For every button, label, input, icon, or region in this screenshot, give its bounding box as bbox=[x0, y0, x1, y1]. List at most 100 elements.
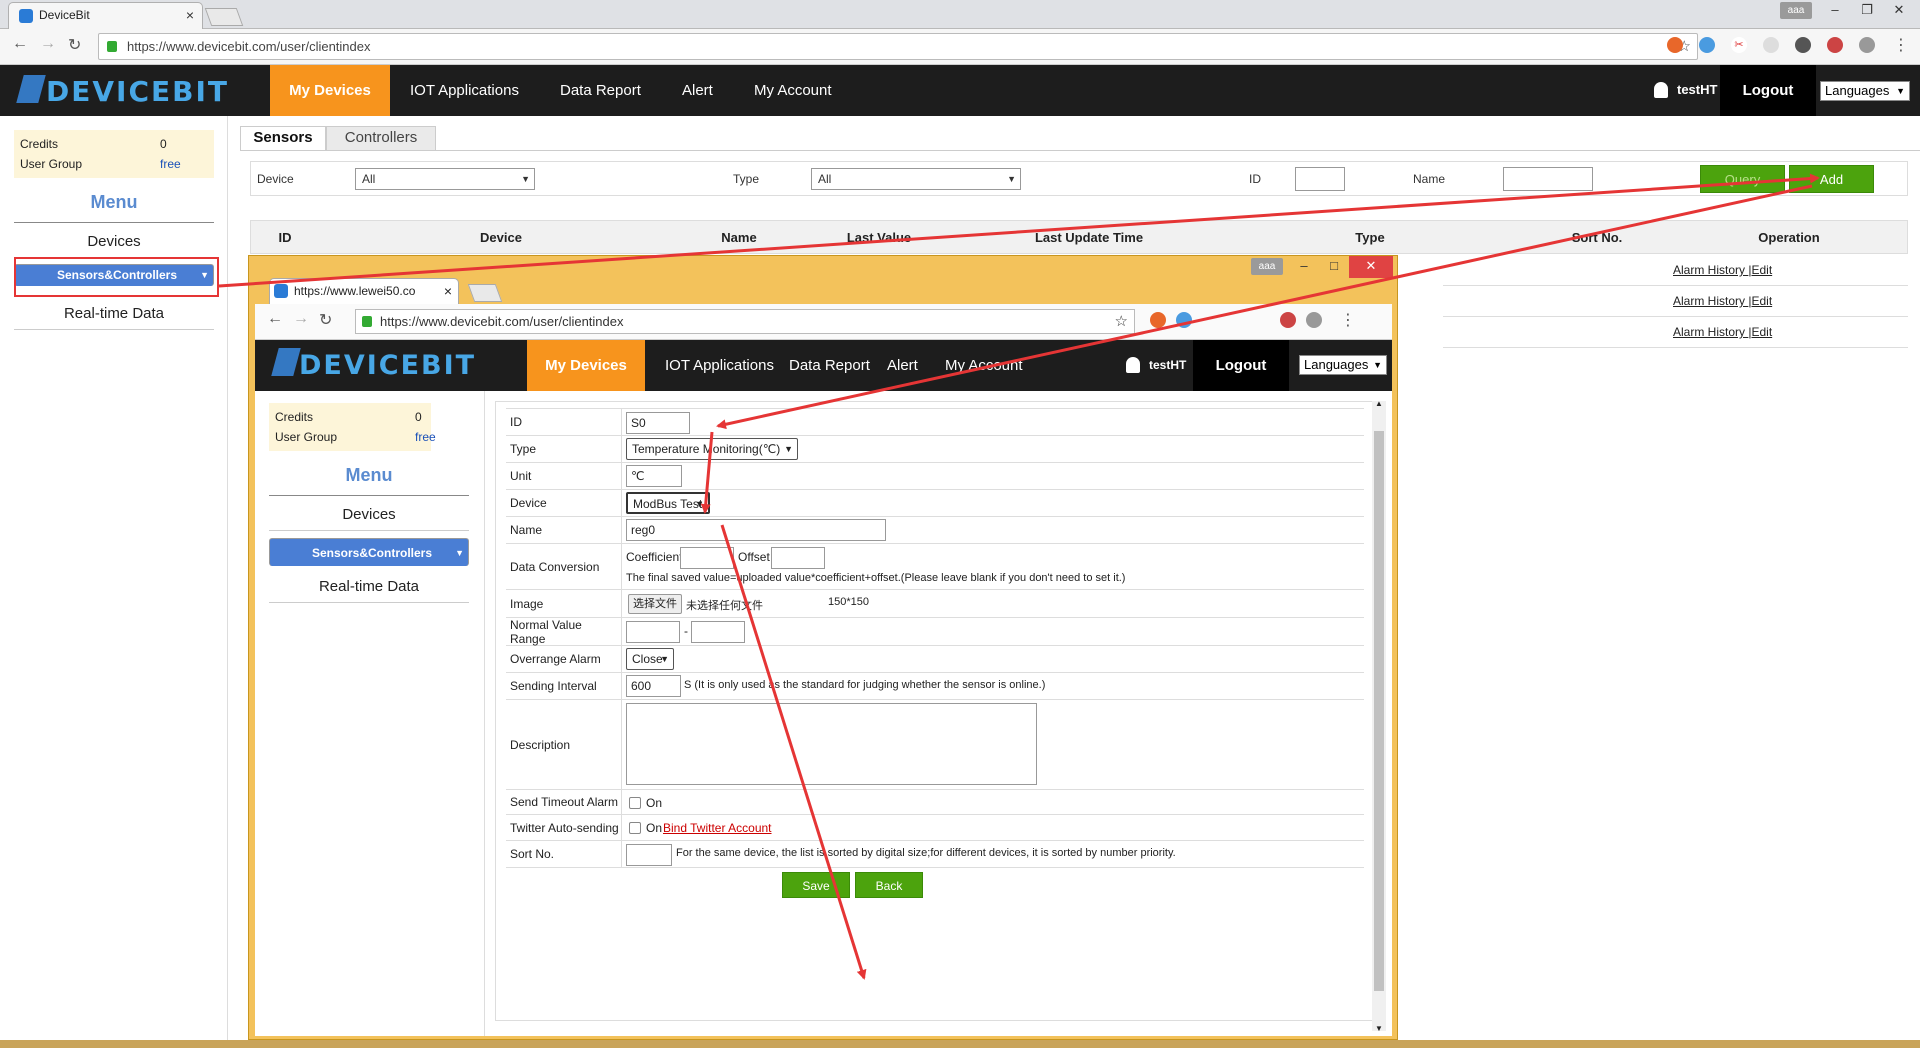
popup-profile-chip[interactable]: aaa bbox=[1251, 258, 1283, 275]
sort-input[interactable] bbox=[626, 844, 672, 866]
alarm-history-link[interactable]: Alarm History |Edit bbox=[1673, 294, 1772, 308]
col-sort-no: Sort No. bbox=[1571, 230, 1623, 245]
device-label: Device bbox=[510, 496, 547, 510]
back-icon[interactable]: ← bbox=[12, 35, 28, 53]
twitter-checkbox[interactable] bbox=[629, 822, 641, 834]
logout-button[interactable]: Logout bbox=[1193, 340, 1289, 391]
new-tab-button[interactable] bbox=[467, 284, 503, 302]
close-window-icon[interactable]: ✕ bbox=[1884, 0, 1914, 22]
nav-data-report[interactable]: Data Report bbox=[540, 65, 661, 116]
id-input[interactable]: S0 bbox=[626, 412, 690, 434]
extension-icon[interactable] bbox=[1795, 37, 1811, 53]
interval-input[interactable]: 600 bbox=[626, 675, 681, 697]
query-button[interactable]: Query bbox=[1700, 165, 1785, 193]
back-icon[interactable]: ← bbox=[267, 310, 283, 328]
restore-icon[interactable]: ❐ bbox=[1852, 0, 1882, 22]
popup-scrollbar[interactable]: ▲ ▼ bbox=[1372, 399, 1386, 1033]
range-min-input[interactable] bbox=[626, 621, 680, 643]
new-tab-button[interactable] bbox=[204, 8, 244, 26]
forward-icon[interactable]: → bbox=[293, 310, 309, 328]
popup-site-logo[interactable]: DEVICEBIT bbox=[299, 350, 476, 381]
extension-icon[interactable] bbox=[1150, 312, 1166, 328]
reload-icon[interactable]: ↻ bbox=[319, 310, 332, 330]
close-tab-icon[interactable]: × bbox=[444, 279, 452, 303]
device-select[interactable]: ModBus Test bbox=[626, 492, 710, 514]
edit-link[interactable]: |Edit bbox=[1748, 325, 1772, 339]
tab-controllers[interactable]: Controllers bbox=[326, 126, 436, 150]
site-logo[interactable]: DEVICEBIT bbox=[46, 75, 229, 108]
scroll-down-icon[interactable]: ▼ bbox=[1375, 1024, 1383, 1033]
reload-icon[interactable]: ↻ bbox=[68, 35, 81, 55]
sort-note: For the same device, the list is sorted … bbox=[676, 847, 1176, 859]
profile-chip[interactable]: aaa bbox=[1780, 2, 1812, 19]
forward-icon[interactable]: → bbox=[40, 35, 56, 53]
offset-input[interactable] bbox=[771, 547, 825, 569]
username[interactable]: testHT bbox=[1677, 82, 1717, 97]
id-filter-input[interactable] bbox=[1295, 167, 1345, 191]
extension-icon[interactable] bbox=[1280, 312, 1296, 328]
credits-label: Credits bbox=[275, 410, 314, 424]
edit-link[interactable]: |Edit bbox=[1748, 294, 1772, 308]
address-bar[interactable]: https://www.devicebit.com/user/clientind… bbox=[98, 33, 1698, 60]
extension-icon[interactable] bbox=[1176, 312, 1192, 328]
browser-tab[interactable]: DeviceBit × bbox=[8, 2, 203, 29]
minimize-icon[interactable]: – bbox=[1820, 0, 1850, 22]
edit-link[interactable]: |Edit bbox=[1748, 263, 1772, 277]
tab-sensors[interactable]: Sensors bbox=[240, 126, 326, 150]
type-select[interactable]: Temperature Monitoring(℃) bbox=[626, 438, 798, 460]
menu-item-realtime-data[interactable]: Real-time Data bbox=[14, 298, 214, 330]
description-textarea[interactable] bbox=[626, 703, 1037, 785]
name-filter-input[interactable] bbox=[1503, 167, 1593, 191]
popup-maximize-icon[interactable]: □ bbox=[1319, 256, 1349, 278]
popup-address-bar[interactable]: https://www.devicebit.com/user/clientind… bbox=[355, 309, 1135, 334]
menu-item-devices[interactable]: Devices bbox=[269, 499, 469, 531]
bookmark-star-icon[interactable]: ☆ bbox=[1115, 310, 1128, 333]
menu-item-devices[interactable]: Devices bbox=[14, 226, 214, 258]
add-button[interactable]: Add bbox=[1789, 165, 1874, 193]
unit-input[interactable]: ℃ bbox=[626, 465, 682, 487]
save-button[interactable]: Save bbox=[782, 872, 850, 898]
nav-my-account[interactable]: My Account bbox=[925, 340, 1043, 391]
bind-twitter-link[interactable]: Bind Twitter Account bbox=[663, 821, 772, 835]
extension-icon[interactable]: ✂ bbox=[1731, 37, 1747, 53]
extension-icon[interactable] bbox=[1827, 37, 1843, 53]
nav-my-devices[interactable]: My Devices bbox=[527, 340, 645, 391]
coefficient-input[interactable] bbox=[680, 547, 734, 569]
choose-file-button[interactable]: 选择文件 bbox=[628, 594, 682, 614]
close-tab-icon[interactable]: × bbox=[186, 3, 194, 28]
logout-button[interactable]: Logout bbox=[1720, 65, 1816, 116]
range-max-input[interactable] bbox=[691, 621, 745, 643]
alarm-history-link[interactable]: Alarm History |Edit bbox=[1673, 263, 1772, 277]
extension-icon[interactable] bbox=[1859, 37, 1875, 53]
id-label: ID bbox=[510, 415, 522, 429]
language-select[interactable]: Languages ▼ bbox=[1299, 355, 1387, 375]
timeout-on-label: On bbox=[646, 796, 663, 810]
timeout-checkbox[interactable] bbox=[629, 797, 641, 809]
popup-tab[interactable]: https://www.lewei50.co × bbox=[269, 278, 459, 304]
overrange-select[interactable]: Close bbox=[626, 648, 674, 670]
scroll-up-icon[interactable]: ▲ bbox=[1375, 399, 1383, 408]
scrollbar-thumb[interactable] bbox=[1374, 431, 1384, 991]
browser-menu-icon[interactable]: ⋮ bbox=[1340, 310, 1356, 330]
alarm-history-link[interactable]: Alarm History |Edit bbox=[1673, 325, 1772, 339]
name-input[interactable]: reg0 bbox=[626, 519, 886, 541]
popup-close-icon[interactable]: ✕ bbox=[1349, 256, 1393, 278]
nav-my-account[interactable]: My Account bbox=[734, 65, 852, 116]
nav-alert[interactable]: Alert bbox=[662, 65, 733, 116]
extension-icon[interactable] bbox=[1667, 37, 1683, 53]
table-row: Alarm History |Edit bbox=[1443, 317, 1908, 348]
extension-icon[interactable] bbox=[1763, 37, 1779, 53]
browser-menu-icon[interactable]: ⋮ bbox=[1893, 35, 1909, 55]
popup-minimize-icon[interactable]: – bbox=[1289, 256, 1319, 278]
device-filter-select[interactable]: All bbox=[355, 168, 535, 190]
nav-iot-applications[interactable]: IOT Applications bbox=[390, 65, 539, 116]
language-select[interactable]: Languages ▼ bbox=[1820, 81, 1910, 101]
extension-icon[interactable] bbox=[1306, 312, 1322, 328]
menu-item-realtime-data[interactable]: Real-time Data bbox=[269, 571, 469, 603]
back-button[interactable]: Back bbox=[855, 872, 923, 898]
menu-item-sensors-controllers[interactable]: Sensors&Controllers bbox=[269, 538, 469, 567]
username[interactable]: testHT bbox=[1149, 358, 1186, 372]
extension-icon[interactable] bbox=[1699, 37, 1715, 53]
type-filter-select[interactable]: All bbox=[811, 168, 1021, 190]
nav-my-devices[interactable]: My Devices bbox=[270, 65, 390, 116]
